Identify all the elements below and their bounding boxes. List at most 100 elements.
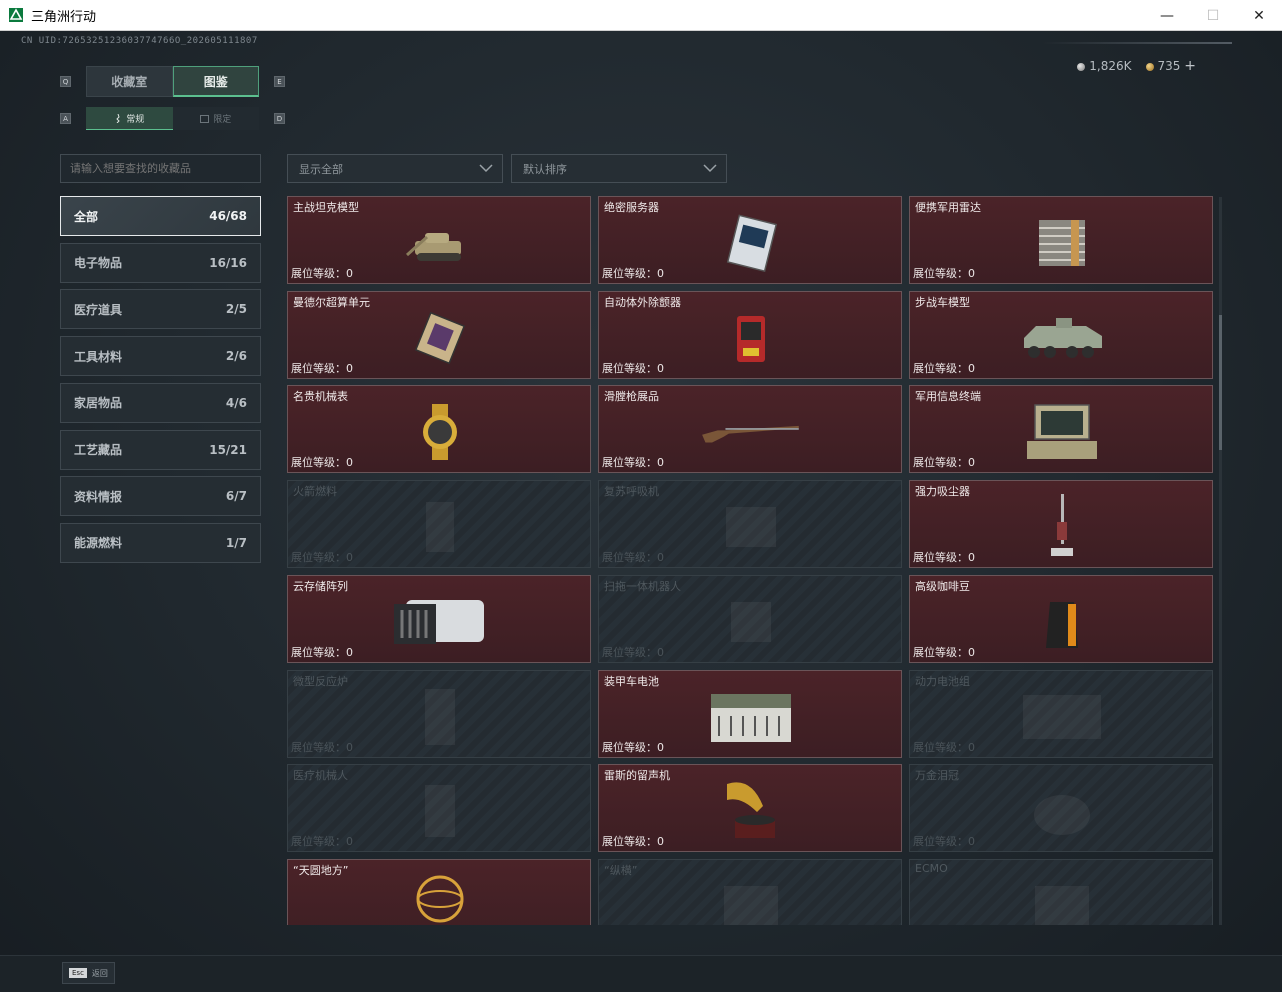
item-name: 军用信息终端 — [915, 390, 981, 404]
booth-level-value: 0 — [657, 740, 664, 754]
booth-level: 展位等级：0 — [291, 644, 353, 660]
collection-card[interactable]: 滑膛枪展品 展位等级：0 — [598, 385, 902, 474]
maximize-button[interactable]: ☐ — [1190, 0, 1236, 31]
collection-card[interactable]: 装甲车电池 展位等级：0 — [598, 669, 902, 758]
booth-level-value: 0 — [657, 551, 664, 565]
collection-card[interactable]: 主战坦克模型 展位等级：0 — [287, 196, 591, 284]
collection-card[interactable]: 扫拖一体机器人 展位等级：0 — [598, 574, 902, 663]
category-label: 电子物品 — [74, 256, 123, 271]
collection-card[interactable]: 医疗机械人 展位等级：0 — [287, 764, 591, 853]
collection-card[interactable]: 曼德尔超算单元 展位等级：0 — [287, 290, 591, 379]
collection-card[interactable]: 军用信息终端 展位等级：0 — [909, 385, 1213, 474]
collection-card[interactable]: 自动体外除颤器 展位等级：0 — [598, 290, 902, 379]
collection-card[interactable]: 高级咖啡豆展位等级：0 — [909, 574, 1213, 663]
category-item[interactable]: 能源燃料 1/7 — [60, 522, 261, 563]
terminal-icon — [1012, 392, 1112, 472]
category-label: 能源燃料 — [74, 536, 123, 551]
collection-card[interactable]: 雷斯的留声机 展位等级：0 — [598, 764, 902, 853]
subtab-regular[interactable]: 常规 — [86, 107, 173, 130]
category-label: 全部 — [74, 209, 99, 224]
battery-pack-icon — [1012, 677, 1112, 757]
item-name: 绝密服务器 — [604, 201, 659, 214]
game-viewport: CN UID:7265325123603774766O_202605111807… — [0, 31, 1282, 992]
category-item[interactable]: 资料情报 6/7 — [60, 476, 261, 517]
booth-level-label: 展位等级： — [913, 645, 968, 659]
item-name: “纵横” — [604, 863, 638, 877]
category-item[interactable]: 工具材料 2/6 — [60, 336, 261, 377]
storage-array-icon — [390, 582, 490, 662]
display-filter-dropdown[interactable]: 显示全部 — [287, 154, 503, 183]
item-name: 高级咖啡豆 — [915, 579, 970, 593]
collection-card[interactable]: 便携军用雷达 展位等级：0 — [909, 196, 1213, 284]
board-icon — [701, 866, 801, 925]
collection-card[interactable]: 复苏呼吸机 展位等级：0 — [598, 480, 902, 569]
category-item[interactable]: 医疗道具 2/5 — [60, 289, 261, 330]
collection-card[interactable]: 绝密服务器 展位等级：0 — [598, 196, 902, 284]
category-item[interactable]: 家居物品 4/6 — [60, 382, 261, 423]
silver-amount: 1,826K — [1089, 59, 1132, 73]
booth-level: 展位等级：0 — [602, 454, 664, 470]
tab-prev-key-hint: Q — [60, 76, 71, 87]
ventilator-icon — [701, 487, 801, 567]
sort-dropdown[interactable]: 默认排序 — [511, 154, 727, 183]
booth-level: 展位等级：0 — [602, 549, 664, 565]
add-currency-button[interactable]: + — [1184, 58, 1196, 74]
booth-level-value: 0 — [657, 456, 664, 470]
collection-card[interactable]: 火箭燃料 展位等级：0 — [287, 480, 591, 569]
category-item[interactable]: 电子物品 16/16 — [60, 242, 261, 283]
item-name: 自动体外除颤器 — [604, 295, 681, 309]
minimize-button[interactable]: — — [1144, 0, 1190, 31]
collection-card[interactable]: ECMO — [909, 858, 1213, 925]
gold-coin-icon — [1145, 62, 1154, 71]
booth-level-value: 0 — [657, 361, 664, 375]
app-logo-icon — [9, 8, 23, 22]
tab-codex[interactable]: 图鉴 — [172, 66, 259, 97]
item-name: 主战坦克模型 — [293, 201, 359, 214]
display-filter-label: 显示全部 — [299, 162, 343, 176]
collection-card[interactable]: 名贵机械表 展位等级：0 — [287, 385, 591, 474]
booth-level: 展位等级：0 — [291, 549, 353, 565]
chevron-down-icon — [479, 164, 493, 173]
category-item[interactable]: 工艺藏品 15/21 — [60, 429, 261, 470]
category-item[interactable]: 全部 46/68 — [60, 196, 261, 236]
booth-level-label: 展位等级： — [913, 835, 968, 849]
tab-collection-room[interactable]: 收藏室 — [86, 66, 173, 97]
regular-icon — [116, 113, 120, 123]
collection-card[interactable]: 万金泪冠 展位等级：0 — [909, 764, 1213, 853]
category-label: 家居物品 — [74, 396, 123, 411]
collection-card[interactable]: 强力吸尘器 展位等级：0 — [909, 480, 1213, 569]
fuel-icon — [390, 487, 490, 567]
subtab-prev-key-hint: A — [60, 113, 71, 124]
collection-grid: 主战坦克模型 展位等级：0 绝密服务器 展位等级：0 便携军用雷达 展位等级：0 曼德尔超算… — [287, 196, 1214, 925]
scrollbar-thumb[interactable] — [1219, 315, 1222, 450]
window-title: 三角洲行动 — [31, 9, 97, 25]
booth-level: 展位等级：0 — [913, 644, 975, 660]
collection-card[interactable]: 动力电池组 展位等级：0 — [909, 669, 1213, 758]
back-label: 返回 — [91, 968, 108, 978]
item-name: 强力吸尘器 — [915, 485, 970, 499]
close-button[interactable]: ✕ — [1236, 0, 1282, 31]
server-icon — [701, 203, 801, 283]
collection-card[interactable]: “纵横” — [598, 858, 902, 925]
item-name: 雷斯的留声机 — [604, 769, 670, 783]
crown-icon — [1012, 771, 1112, 851]
back-button[interactable]: Esc 返回 — [62, 962, 115, 984]
grid-scrollbar[interactable] — [1219, 197, 1222, 925]
category-count: 1/7 — [225, 535, 247, 550]
window-titlebar: 三角洲行动 — ☐ ✕ — [0, 0, 1282, 31]
booth-level-label: 展位等级： — [291, 361, 346, 375]
collection-card[interactable]: 云存储阵列 展位等级：0 — [287, 574, 591, 663]
search-input[interactable] — [60, 154, 261, 183]
category-count: 4/6 — [225, 395, 247, 410]
collection-card[interactable]: “天圆地方” — [287, 858, 591, 925]
booth-level-label: 展位等级： — [291, 267, 346, 280]
collection-card[interactable]: 步战车模型 展位等级：0 — [909, 290, 1213, 379]
booth-level: 展位等级：0 — [291, 360, 353, 376]
booth-level: 展位等级：0 — [913, 265, 975, 281]
subtab-limited[interactable]: 限定 — [172, 107, 259, 130]
ifv-icon — [1012, 298, 1112, 378]
booth-level-value: 0 — [346, 740, 353, 754]
category-label: 工艺藏品 — [74, 443, 123, 457]
watch-icon — [390, 392, 490, 472]
collection-card[interactable]: 微型反应炉 展位等级：0 — [287, 669, 591, 758]
